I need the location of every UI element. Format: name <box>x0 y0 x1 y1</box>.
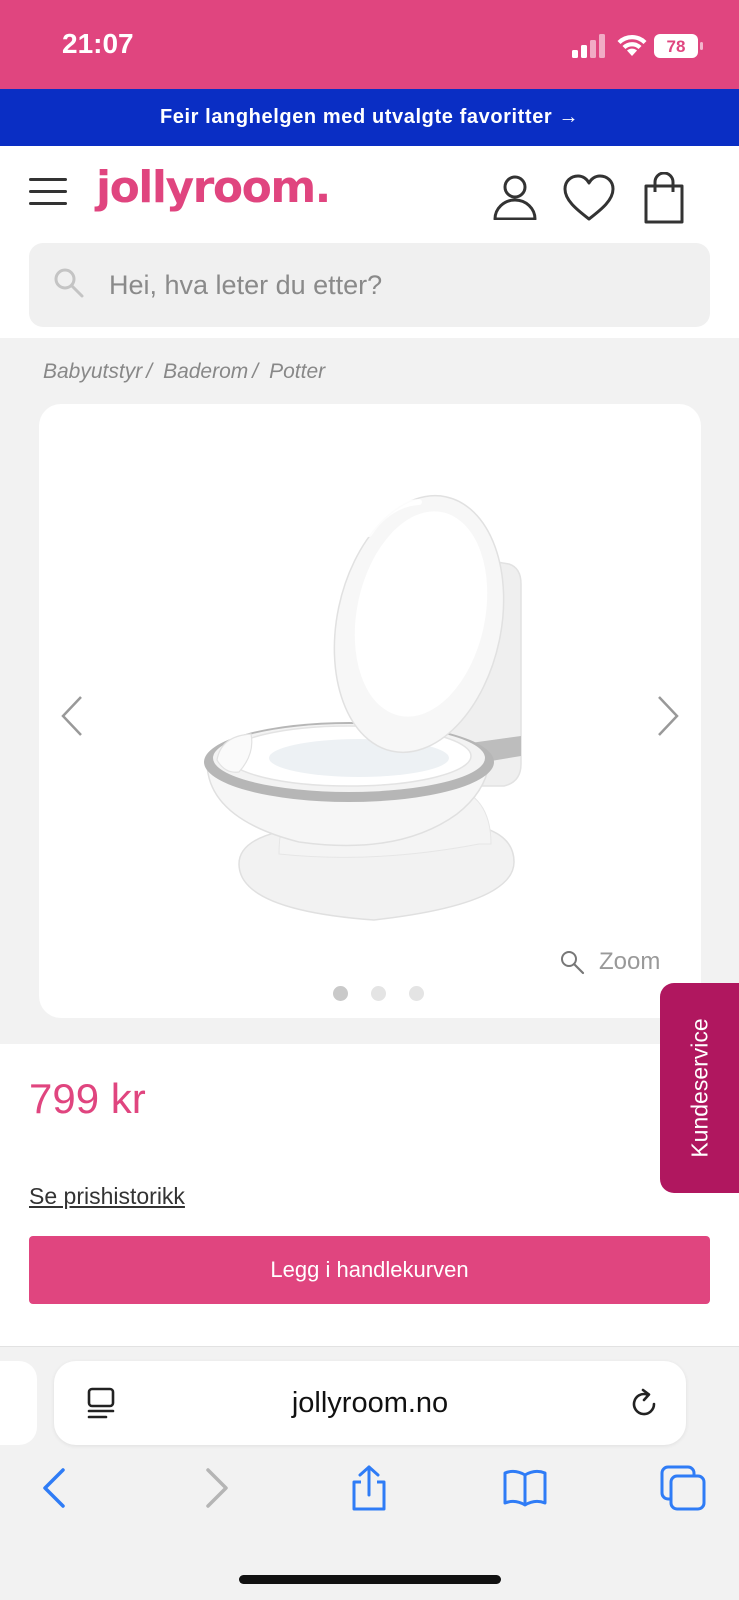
user-icon[interactable] <box>492 174 538 220</box>
share-icon[interactable] <box>346 1465 392 1511</box>
previous-tab-preview[interactable] <box>0 1361 37 1445</box>
customer-service-tab[interactable]: Kundeservice <box>660 983 739 1193</box>
wifi-icon <box>617 34 647 56</box>
bookmarks-icon[interactable] <box>502 1465 548 1511</box>
product-image[interactable] <box>199 464 579 944</box>
previous-image-arrow-icon[interactable] <box>57 694 87 738</box>
menu-icon[interactable] <box>29 178 67 206</box>
breadcrumb-item-baderom[interactable]: Baderom <box>163 360 248 384</box>
next-image-arrow-icon[interactable] <box>653 694 683 738</box>
product-price: 799 kr <box>29 1075 146 1122</box>
customer-service-label[interactable]: Kundeservice <box>686 1018 713 1157</box>
zoom-magnifier-icon <box>561 951 585 975</box>
price-history-link[interactable]: Se prishistorikk <box>29 1183 185 1210</box>
search-icon <box>54 268 84 298</box>
image-pagination-dots <box>333 986 447 1001</box>
promo-banner[interactable]: Feir langhelgen med utvalgte favoritter … <box>0 89 739 146</box>
status-time: 21:07 <box>62 28 134 59</box>
search-input[interactable] <box>109 243 669 327</box>
status-bar: 21:07 78 <box>0 0 739 89</box>
site-header: jollyroom. <box>0 146 739 238</box>
forward-icon[interactable] <box>192 1465 238 1511</box>
search-bar[interactable] <box>29 243 710 327</box>
battery-icon: 78 <box>654 34 704 58</box>
logo[interactable]: jollyroom. <box>96 162 331 213</box>
shopping-bag-icon[interactable] <box>642 172 686 224</box>
browser-toolbar: jollyroom.no <box>0 1346 739 1600</box>
tabs-icon[interactable] <box>660 1465 706 1511</box>
url-text[interactable]: jollyroom.no <box>54 1361 686 1445</box>
browser-nav-row <box>0 1465 739 1525</box>
address-bar[interactable]: jollyroom.no <box>54 1361 686 1445</box>
breadcrumb-item-babyutstyr[interactable]: Babyutstyr <box>43 360 142 384</box>
reload-icon[interactable] <box>628 1387 660 1419</box>
zoom-label[interactable]: Zoom <box>599 948 660 976</box>
breadcrumb-item-potter[interactable]: Potter <box>269 360 325 384</box>
breadcrumb: Babyutstyr / Baderom / Potter <box>43 360 325 384</box>
add-to-cart-button[interactable]: Legg i handlekurven <box>29 1236 710 1304</box>
pagination-dot[interactable] <box>409 986 424 1001</box>
battery-level: 78 <box>667 37 686 56</box>
back-icon[interactable] <box>33 1465 79 1511</box>
home-indicator[interactable] <box>239 1575 501 1584</box>
promo-text[interactable]: Feir langhelgen med utvalgte favoritter … <box>160 106 579 129</box>
breadcrumb-separator: / <box>252 360 259 383</box>
zoom-button[interactable]: Zoom <box>559 948 660 976</box>
product-image-card: Zoom <box>39 404 701 1018</box>
pagination-dot[interactable] <box>371 986 386 1001</box>
breadcrumb-separator: / <box>146 360 153 383</box>
pagination-dot-active[interactable] <box>333 986 348 1001</box>
product-gallery-section: Babyutstyr / Baderom / Potter Zoom <box>0 338 739 1044</box>
heart-icon[interactable] <box>562 174 616 222</box>
cellular-signal-icon <box>572 34 605 58</box>
